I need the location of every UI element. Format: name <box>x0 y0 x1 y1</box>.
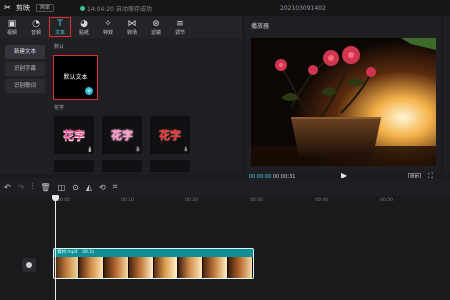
text-category-nav: 新建文本 识别字幕 识别歌词 <box>0 38 50 174</box>
clip-frame <box>128 257 154 278</box>
mirror-icon[interactable]: ◭ <box>86 183 92 192</box>
tab-adjust[interactable]: ≡ 调节 <box>168 16 192 38</box>
flower-text-card[interactable] <box>54 160 94 172</box>
tab-transition[interactable]: ⋈ 转场 <box>120 16 144 38</box>
clip-frame <box>228 257 253 278</box>
capcut-logo-icon: ✂ <box>4 3 11 12</box>
delete-icon[interactable]: 🗑 <box>40 183 50 192</box>
text-panel: 默认 默认文本 + 花字 花字 ⤓ 花字 ⤓ 花字 ⤓ <box>50 38 242 174</box>
filter-icon: ⊛ <box>152 18 160 29</box>
status-dot-icon <box>80 5 86 11</box>
tab-label: 特效 <box>102 29 113 36</box>
property-panel-edge <box>444 16 450 174</box>
download-icon[interactable]: ⤓ <box>137 146 139 152</box>
timeline-toolbar: ↶ ↷ ⫶ 🗑 ◫ ⊙ ◭ ⟲ ⌗ <box>0 178 450 196</box>
adjust-icon: ≡ <box>176 18 184 29</box>
rotate-icon[interactable]: ⟲ <box>99 183 106 192</box>
crop-icon[interactable]: ⌗ <box>113 182 118 192</box>
undo-icon[interactable]: ↶ <box>4 183 11 192</box>
flower-text-card[interactable]: 花字 ⤓ <box>54 116 94 154</box>
track-visibility-toggle[interactable] <box>22 258 36 272</box>
clip-frame <box>78 257 104 278</box>
autosave-status: 14:04:20 自动保存成功 <box>80 4 152 13</box>
timeline[interactable]: 00:00 00:10 00:20 00:30 00:40 00:50 素材.m… <box>0 195 450 300</box>
title-bar: ✂ 剪映 简单 14:04:20 自动保存成功 202103091402 <box>0 0 450 16</box>
clip-frame <box>203 257 229 278</box>
download-icon[interactable]: ⤓ <box>89 146 91 152</box>
tab-audio[interactable]: ◔ 音频 <box>24 16 48 38</box>
redo-icon[interactable]: ↷ <box>18 183 25 192</box>
sticker-icon: ◕ <box>80 18 88 29</box>
clip-thumbnails <box>54 257 253 278</box>
ruler-tick: 00:30 <box>250 198 263 203</box>
tab-label: 文本 <box>54 29 65 36</box>
freeze-icon[interactable]: ◫ <box>58 183 66 192</box>
window-title: 202103091402 <box>280 4 326 12</box>
tab-label: 转场 <box>126 29 137 36</box>
effect-icon: ✧ <box>104 18 112 29</box>
default-text-card[interactable]: 默认文本 + <box>53 55 98 100</box>
download-icon[interactable]: ⤓ <box>185 146 187 152</box>
tab-label: 调节 <box>174 29 185 36</box>
ruler-tick: 00:10 <box>121 198 134 203</box>
ruler-tick: 00:20 <box>185 198 198 203</box>
flower-text-card[interactable]: 花字 ⤓ <box>150 116 190 154</box>
clip-frame <box>54 257 79 278</box>
clip-frame <box>153 257 179 278</box>
video-clip[interactable]: 素材.mp4 30.1s <box>53 248 254 279</box>
ruler-tick: 00:00 <box>57 198 70 203</box>
clip-frame <box>103 257 129 278</box>
tab-label: 贴纸 <box>78 29 89 36</box>
autosave-text: 14:04:20 自动保存成功 <box>87 5 152 13</box>
nav-recognize-subtitles[interactable]: 识别字幕 <box>5 62 45 76</box>
tab-text[interactable]: T 文本 <box>48 16 72 38</box>
clip-label: 素材.mp4 30.1s <box>54 249 253 257</box>
flower-section-title: 花字 <box>54 105 65 111</box>
flower-text-sample: 花字 <box>159 129 181 142</box>
media-toolbar: ▣ 视频 ◔ 音频 T 文本 ◕ 贴纸 ✧ 特效 ⋈ 转场 ⊛ 滤镜 ≡ 调节 <box>0 16 242 38</box>
tab-effect[interactable]: ✧ 特效 <box>96 16 120 38</box>
add-icon[interactable]: + <box>85 87 93 95</box>
clip-frame <box>178 257 204 278</box>
transition-icon: ⋈ <box>127 18 137 29</box>
default-section-title: 默认 <box>54 44 65 50</box>
tab-video[interactable]: ▣ 视频 <box>0 16 24 38</box>
time-ruler[interactable]: 00:00 00:10 00:20 00:30 00:40 00:50 <box>0 196 450 206</box>
tab-label: 视频 <box>6 29 17 36</box>
video-icon: ▣ <box>7 18 17 29</box>
ruler-tick: 00:40 <box>315 198 328 203</box>
nav-new-text[interactable]: 新建文本 <box>5 45 45 59</box>
player-panel: 播放器 00:00:00 00:00:31 ▶ 原始 <box>245 16 441 181</box>
tab-sticker[interactable]: ◕ 贴纸 <box>72 16 96 38</box>
app-name: 剪映 <box>16 4 30 12</box>
tab-label: 音频 <box>30 29 41 36</box>
flower-text-sample: 花字 <box>111 129 133 142</box>
video-preview[interactable] <box>251 38 436 166</box>
record-icon[interactable]: ⊙ <box>72 183 79 192</box>
default-text-label: 默认文本 <box>63 74 88 81</box>
split-icon[interactable]: ⫶ <box>31 182 33 192</box>
project-mode-tag[interactable]: 简单 <box>36 4 55 12</box>
audio-icon: ◔ <box>32 18 40 29</box>
flower-text-card[interactable]: 花字 ⤓ <box>102 116 142 154</box>
eye-icon <box>26 262 32 268</box>
text-icon: T <box>57 18 63 29</box>
ruler-tick: 00:50 <box>380 198 393 203</box>
flower-text-sample: 花字 <box>63 129 85 142</box>
playhead[interactable] <box>55 196 56 300</box>
player-title: 播放器 <box>251 23 270 30</box>
tab-label: 滤镜 <box>150 29 161 36</box>
flower-text-card[interactable] <box>150 160 190 172</box>
tab-filter[interactable]: ⊛ 滤镜 <box>144 16 168 38</box>
flower-text-card[interactable] <box>102 160 142 172</box>
nav-recognize-lyrics[interactable]: 识别歌词 <box>5 79 45 93</box>
